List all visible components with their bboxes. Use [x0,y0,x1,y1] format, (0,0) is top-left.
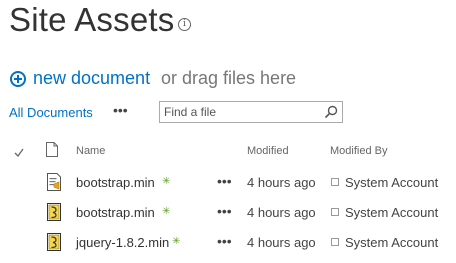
info-icon[interactable]: i [178,18,191,31]
file-name-link[interactable]: jquery-1.8.2.min [76,235,169,250]
view-more-ellipsis[interactable]: ••• [113,102,128,118]
modified-by-link[interactable]: System Account [345,175,438,190]
document-type-header-icon [46,142,58,162]
row-more-ellipsis[interactable]: ••• [217,203,232,219]
modified-by-link[interactable]: System Account [345,205,438,220]
table-row[interactable]: bootstrap.min ✳ ••• 4 hours ago System A… [0,203,456,233]
add-document-icon[interactable] [10,71,26,87]
select-all-check-icon[interactable] [14,144,24,162]
view-all-documents[interactable]: All Documents [9,105,93,120]
new-item-icon: ✳ [162,206,171,217]
presence-indicator [331,178,339,186]
modified-value: 4 hours ago [247,235,316,250]
search-input[interactable] [160,102,328,122]
new-item-icon: ✳ [162,176,171,187]
presence-indicator [331,238,339,246]
search-box [159,101,343,123]
modified-by-link[interactable]: System Account [345,235,438,250]
column-header-name[interactable]: Name [76,145,105,157]
new-item-icon: ✳ [172,236,181,247]
js-file-icon [46,203,62,226]
file-name-link[interactable]: bootstrap.min [76,175,155,190]
column-header-modified[interactable]: Modified [247,145,289,157]
row-more-ellipsis[interactable]: ••• [217,173,232,189]
modified-value: 4 hours ago [247,205,316,220]
search-icon[interactable] [324,105,338,119]
table-row[interactable]: jquery-1.8.2.min ✳ ••• 4 hours ago Syste… [0,233,456,263]
column-header-modified-by[interactable]: Modified By [330,145,387,157]
js-file-icon [46,233,62,256]
modified-value: 4 hours ago [247,175,316,190]
row-more-ellipsis[interactable]: ••• [217,233,232,249]
new-document-link[interactable]: new document [33,68,150,89]
page-title: Site Assets [9,1,175,38]
presence-indicator [331,208,339,216]
js-file-icon [46,173,62,196]
table-row[interactable]: bootstrap.min ✳ ••• 4 hours ago System A… [0,173,456,203]
drag-files-hint: or drag files here [161,68,297,88]
file-name-link[interactable]: bootstrap.min [76,205,155,220]
